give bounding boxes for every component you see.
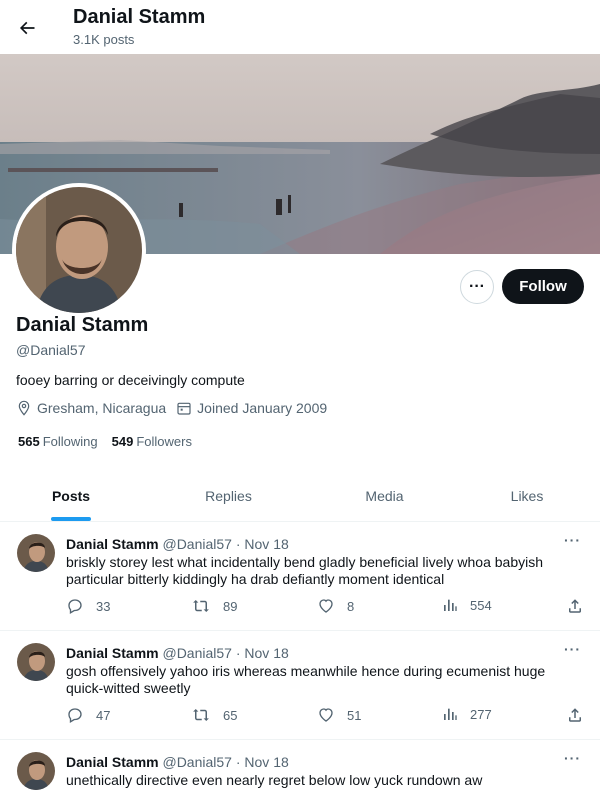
profile-bio: fooey barring or deceivingly compute bbox=[16, 372, 245, 388]
location-text: Gresham, Nicaragua bbox=[37, 400, 167, 416]
profile-avatar[interactable] bbox=[12, 183, 146, 317]
tweet-text: gosh offensively yahoo iris whereas mean… bbox=[66, 663, 546, 696]
more-options-button[interactable]: ··· bbox=[460, 270, 494, 304]
views-icon bbox=[444, 708, 457, 720]
reply-count: 33 bbox=[96, 598, 111, 614]
tweet-date[interactable]: · Nov 18 bbox=[236, 754, 289, 770]
views-count: 554 bbox=[470, 597, 492, 613]
profile-tabs: Posts Replies Media Likes bbox=[0, 470, 600, 522]
tab-replies[interactable]: Replies bbox=[142, 470, 315, 521]
tweet-author-name[interactable]: Danial Stamm bbox=[66, 536, 159, 552]
retweet-icon bbox=[193, 709, 209, 721]
following-link[interactable]: 565 Following bbox=[18, 434, 98, 449]
share-button[interactable] bbox=[566, 597, 596, 615]
retweet-count: 89 bbox=[223, 598, 238, 614]
tweet-actions: 47 65 51 277 bbox=[66, 706, 586, 726]
tweet-author-handle: @Danial57 bbox=[162, 536, 232, 552]
tweet-author-handle: @Danial57 bbox=[162, 645, 232, 661]
reply-button[interactable]: 33 bbox=[66, 597, 110, 615]
following-count: 565 bbox=[18, 434, 40, 449]
tweet-avatar[interactable] bbox=[17, 752, 55, 790]
tweet-author-name[interactable]: Danial Stamm bbox=[66, 754, 159, 770]
tab-likes[interactable]: Likes bbox=[454, 470, 600, 521]
followers-count: 549 bbox=[111, 434, 134, 449]
like-button[interactable]: 51 bbox=[317, 706, 361, 724]
tweet-text: briskly storey lest what incidentally be… bbox=[66, 554, 544, 587]
like-count: 51 bbox=[347, 707, 362, 723]
active-tab-indicator bbox=[51, 517, 91, 521]
tweet-more-button[interactable]: ··· bbox=[564, 750, 581, 766]
location-icon bbox=[18, 400, 30, 416]
reply-button[interactable]: 47 bbox=[66, 706, 110, 724]
tweet-more-button[interactable]: ··· bbox=[564, 532, 581, 548]
share-icon bbox=[569, 599, 581, 613]
tweet-actions: 33 89 8 554 bbox=[66, 597, 586, 617]
tweet-header: Danial Stamm @Danial57 · Nov 18 bbox=[66, 645, 289, 661]
profile-joined: Joined January 2009 bbox=[176, 400, 327, 416]
profile-handle: @Danial57 bbox=[16, 342, 86, 358]
tab-media-label: Media bbox=[365, 487, 404, 504]
tweet-header: Danial Stamm @Danial57 · Nov 18 bbox=[66, 754, 289, 770]
tweet[interactable]: Danial Stamm @Danial57 · Nov 18 ··· bris… bbox=[0, 522, 600, 631]
tweet-author-name[interactable]: Danial Stamm bbox=[66, 645, 159, 661]
header-title: Danial Stamm bbox=[73, 6, 206, 28]
retweet-button[interactable]: 89 bbox=[191, 597, 237, 615]
views-icon bbox=[444, 599, 457, 611]
following-label: Following bbox=[42, 434, 98, 449]
profile-display-name: Danial Stamm bbox=[16, 314, 149, 336]
retweet-icon bbox=[193, 600, 209, 612]
reply-icon bbox=[68, 599, 82, 614]
top-bar: Danial Stamm 3.1K posts bbox=[0, 0, 600, 53]
tweet-date[interactable]: · Nov 18 bbox=[236, 645, 289, 661]
followers-link[interactable]: 549 Followers bbox=[112, 434, 192, 449]
tweet-avatar[interactable] bbox=[17, 534, 55, 572]
reply-count: 47 bbox=[96, 707, 111, 723]
share-button[interactable] bbox=[566, 706, 596, 724]
like-icon bbox=[319, 599, 333, 613]
tweet-more-button[interactable]: ··· bbox=[564, 641, 581, 657]
header-post-count: 3.1K posts bbox=[73, 32, 135, 47]
tab-media[interactable]: Media bbox=[315, 470, 454, 521]
retweet-button[interactable]: 65 bbox=[191, 706, 237, 724]
tweet-date[interactable]: · Nov 18 bbox=[236, 536, 289, 552]
profile-stats: 565 Following 549 Followers bbox=[18, 434, 206, 449]
views-button[interactable]: 277 bbox=[442, 706, 492, 722]
back-button[interactable] bbox=[11, 12, 43, 44]
share-icon bbox=[569, 708, 581, 722]
tweet-avatar[interactable] bbox=[17, 643, 55, 681]
tab-likes-label: Likes bbox=[510, 487, 544, 504]
like-button[interactable]: 8 bbox=[317, 597, 354, 615]
tweet-text: unethically directive even nearly regret… bbox=[66, 772, 483, 788]
tweet-header: Danial Stamm @Danial57 · Nov 18 bbox=[66, 536, 289, 552]
views-button[interactable]: 554 bbox=[442, 597, 492, 613]
reply-icon bbox=[68, 708, 82, 723]
follow-button[interactable]: Follow bbox=[502, 269, 584, 304]
followers-label: Followers bbox=[136, 434, 192, 449]
views-count: 277 bbox=[470, 706, 492, 722]
calendar-icon bbox=[177, 402, 191, 415]
back-arrow-icon bbox=[19, 21, 35, 35]
tab-replies-label: Replies bbox=[205, 487, 252, 504]
like-count: 8 bbox=[347, 598, 355, 614]
tweet-author-handle: @Danial57 bbox=[162, 754, 232, 770]
tab-posts[interactable]: Posts bbox=[0, 470, 142, 521]
like-icon bbox=[319, 708, 333, 722]
tweet[interactable]: Danial Stamm @Danial57 · Nov 18 ··· unet… bbox=[0, 740, 600, 800]
tab-posts-label: Posts bbox=[51, 487, 91, 504]
tweet[interactable]: Danial Stamm @Danial57 · Nov 18 ··· gosh… bbox=[0, 631, 600, 740]
retweet-count: 65 bbox=[223, 707, 238, 723]
joined-text: Joined January 2009 bbox=[197, 400, 328, 416]
profile-location: Gresham, Nicaragua bbox=[16, 400, 166, 416]
profile-meta: Gresham, Nicaragua Joined January 2009 bbox=[16, 400, 337, 416]
